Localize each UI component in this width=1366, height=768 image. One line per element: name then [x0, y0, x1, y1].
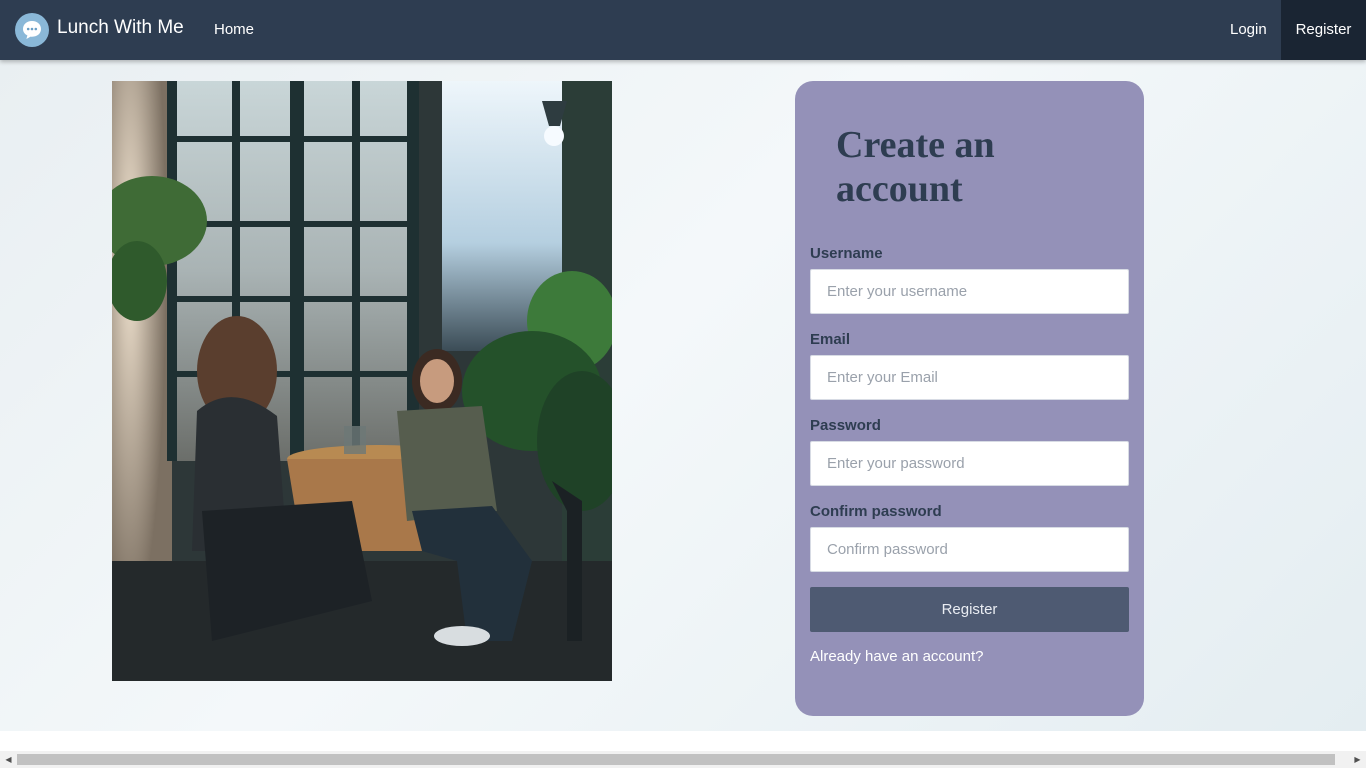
register-submit-button[interactable]: Register: [810, 587, 1129, 632]
password-input[interactable]: [810, 441, 1129, 486]
email-input[interactable]: [810, 355, 1129, 400]
scroll-left-arrow-icon[interactable]: ◀: [0, 751, 17, 768]
scroll-right-arrow-icon[interactable]: ▶: [1349, 751, 1366, 768]
confirm-password-input[interactable]: [810, 527, 1129, 572]
already-have-account-link[interactable]: Already have an account?: [810, 648, 983, 665]
horizontal-scrollbar[interactable]: ◀ ▶: [0, 751, 1366, 768]
nav-register-link[interactable]: Register: [1281, 0, 1366, 60]
main-content: Create an account Username Email Passwor…: [0, 60, 1366, 731]
register-card: Create an account Username Email Passwor…: [795, 81, 1144, 716]
cafe-photo: [112, 81, 612, 681]
chat-bubble-icon: [15, 13, 49, 47]
form-title: Create an account: [836, 124, 995, 210]
password-label: Password: [810, 417, 881, 434]
confirm-password-label: Confirm password: [810, 503, 942, 520]
scrollbar-thumb[interactable]: [17, 754, 1335, 765]
username-label: Username: [810, 245, 883, 262]
username-input[interactable]: [810, 269, 1129, 314]
nav-login-link[interactable]: Login: [1230, 0, 1267, 60]
top-navbar: Lunch With Me Home Login Register: [0, 0, 1366, 60]
brand-link[interactable]: Lunch With Me: [15, 12, 184, 48]
brand-name: Lunch With Me: [57, 17, 184, 38]
nav-home-link[interactable]: Home: [214, 0, 254, 60]
email-label: Email: [810, 331, 851, 348]
cafe-photo-illustration: [112, 81, 612, 681]
